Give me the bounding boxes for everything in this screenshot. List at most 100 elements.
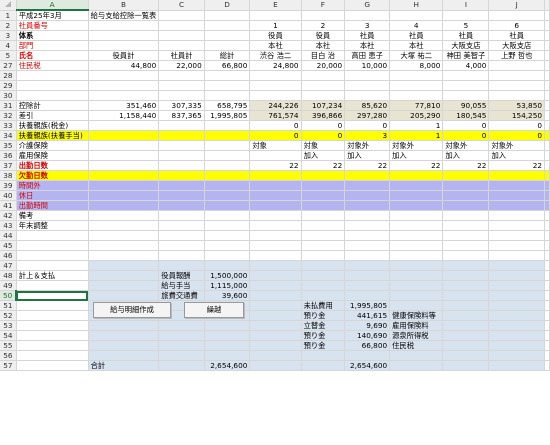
- cell-c54[interactable]: [158, 330, 205, 341]
- cell-h38[interactable]: [389, 170, 444, 181]
- cell-a47[interactable]: [16, 260, 89, 271]
- cell-j35[interactable]: 対象外: [488, 140, 545, 151]
- cell-i41[interactable]: [442, 200, 490, 211]
- cell-e45[interactable]: [249, 240, 302, 251]
- cell-a1[interactable]: 平成25年3月: [16, 10, 89, 21]
- cell-c44[interactable]: [158, 230, 205, 241]
- cell-k45[interactable]: [544, 240, 550, 251]
- cell-h36[interactable]: 加入: [389, 150, 444, 161]
- cell-e43[interactable]: [249, 220, 302, 231]
- cell-h3[interactable]: 社員: [389, 30, 444, 41]
- cell-k55[interactable]: [544, 340, 550, 351]
- cell-c34[interactable]: [158, 130, 205, 141]
- cell-a2[interactable]: 社員番号: [16, 20, 89, 31]
- cell-j33[interactable]: 0: [488, 120, 545, 131]
- cell-h45[interactable]: [389, 240, 444, 251]
- cell-c2[interactable]: [158, 20, 205, 31]
- cell-g54[interactable]: 140,690: [344, 330, 391, 341]
- cell-d33[interactable]: [204, 120, 251, 131]
- cell-b5[interactable]: 役員計: [88, 50, 160, 61]
- row-header-50[interactable]: 50: [0, 290, 18, 301]
- cell-c49[interactable]: 給与手当: [158, 280, 205, 291]
- cell-c33[interactable]: [158, 120, 205, 131]
- cell-e54[interactable]: [249, 330, 302, 341]
- cell-f39[interactable]: [301, 180, 346, 191]
- cell-j44[interactable]: [488, 230, 545, 241]
- cell-c53[interactable]: [158, 320, 205, 331]
- cell-f46[interactable]: [301, 250, 346, 261]
- cell-k40[interactable]: [544, 190, 550, 201]
- cell-e55[interactable]: [249, 340, 302, 351]
- cell-b34[interactable]: [88, 130, 160, 141]
- cell-i46[interactable]: [442, 250, 490, 261]
- cell-g40[interactable]: [344, 190, 391, 201]
- cell-i52[interactable]: [442, 310, 490, 321]
- cell-g57[interactable]: 2,654,600: [344, 360, 391, 371]
- cell-j52[interactable]: [488, 310, 545, 321]
- cell-e47[interactable]: [249, 260, 302, 271]
- row-header-38[interactable]: 38: [0, 170, 17, 181]
- cell-d27[interactable]: 66,800: [204, 60, 251, 71]
- row-header-35[interactable]: 35: [0, 140, 17, 151]
- cell-c45[interactable]: [158, 240, 205, 251]
- cell-j43[interactable]: [488, 220, 545, 231]
- cell-k35[interactable]: [544, 140, 550, 151]
- cell-f2[interactable]: 2: [300, 20, 346, 31]
- cell-i30[interactable]: [442, 90, 490, 101]
- cell-j54[interactable]: [488, 330, 545, 341]
- column-header-b[interactable]: B: [88, 0, 160, 11]
- cell-a3[interactable]: 体系: [16, 30, 89, 41]
- cell-c28[interactable]: [158, 70, 205, 81]
- cell-g32[interactable]: 297,280: [344, 110, 391, 121]
- cell-f30[interactable]: [300, 90, 346, 101]
- row-header-43[interactable]: 43: [0, 220, 17, 231]
- cell-j30[interactable]: [488, 90, 545, 101]
- cell-h34[interactable]: 1: [389, 130, 444, 141]
- row-header-52[interactable]: 52: [0, 310, 17, 321]
- cell-f43[interactable]: [301, 220, 346, 231]
- cell-e31[interactable]: 244,226: [249, 100, 302, 111]
- cell-h55[interactable]: 住民税: [389, 340, 444, 351]
- cell-k52[interactable]: [544, 310, 550, 321]
- cell-a41[interactable]: 出勤時間: [16, 200, 89, 211]
- cell-f57[interactable]: [301, 360, 346, 371]
- cell-d39[interactable]: [204, 180, 251, 191]
- cell-a38[interactable]: 欠勤日数: [16, 170, 89, 181]
- cell-k46[interactable]: [544, 250, 550, 261]
- cell-j46[interactable]: [488, 250, 545, 261]
- cell-f52[interactable]: 預り金: [301, 310, 346, 321]
- cell-f4[interactable]: 本社: [300, 40, 346, 51]
- cell-f49[interactable]: [301, 280, 346, 291]
- cell-i38[interactable]: [442, 170, 490, 181]
- row-header-51[interactable]: 51: [0, 300, 17, 311]
- row-header-4[interactable]: 4: [0, 40, 17, 51]
- cell-g47[interactable]: [344, 260, 391, 271]
- cell-e32[interactable]: 761,574: [249, 110, 302, 121]
- cell-k43[interactable]: [544, 220, 550, 231]
- cell-b37[interactable]: [88, 160, 160, 171]
- cell-e57[interactable]: [249, 360, 302, 371]
- column-header-j[interactable]: J: [488, 0, 545, 11]
- cell-h48[interactable]: [389, 270, 444, 281]
- cell-e27[interactable]: 24,800: [249, 60, 302, 71]
- cell-a4[interactable]: 部門: [16, 40, 89, 51]
- cell-a30[interactable]: [16, 90, 89, 101]
- cell-i56[interactable]: [442, 350, 490, 361]
- cell-e34[interactable]: 0: [249, 130, 302, 141]
- cell-h53[interactable]: 雇用保険料: [389, 320, 444, 331]
- cell-a32[interactable]: 差引: [16, 110, 89, 121]
- row-header-45[interactable]: 45: [0, 240, 17, 251]
- cell-c1[interactable]: [158, 10, 205, 21]
- row-header-41[interactable]: 41: [0, 200, 17, 211]
- cell-j56[interactable]: [488, 350, 545, 361]
- cell-f55[interactable]: 預り金: [301, 340, 346, 351]
- cell-h33[interactable]: 1: [389, 120, 444, 131]
- cell-c31[interactable]: 307,335: [158, 100, 205, 111]
- cell-f3[interactable]: 役員: [300, 30, 346, 41]
- row-header-2[interactable]: 2: [0, 20, 17, 31]
- cell-k30[interactable]: [544, 90, 550, 101]
- cell-k33[interactable]: [544, 120, 550, 131]
- cell-g5[interactable]: 高田 恵子: [344, 50, 391, 61]
- cell-a40[interactable]: 休日: [16, 190, 89, 201]
- cell-b42[interactable]: [88, 210, 160, 221]
